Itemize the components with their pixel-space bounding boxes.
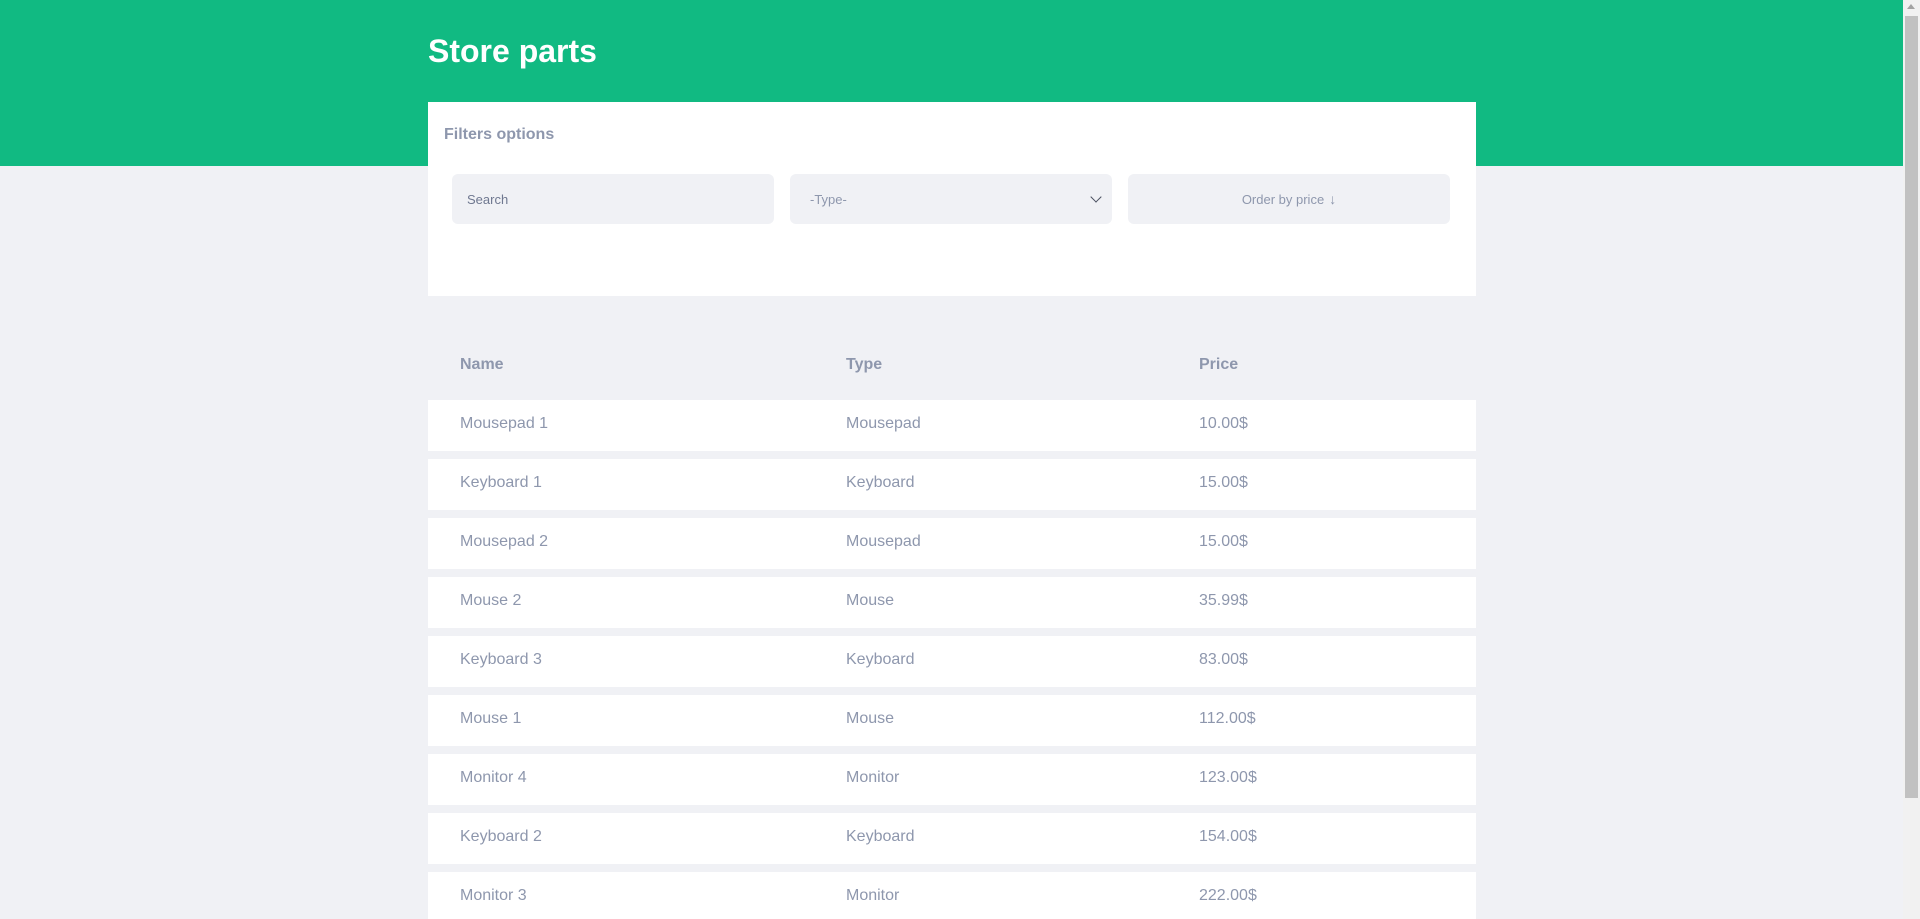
table-row[interactable]: Mousepad 1 Mousepad 10.00$ xyxy=(428,400,1476,451)
table-row[interactable]: Mouse 1 Mouse 112.00$ xyxy=(428,695,1476,746)
cell-price: 83.00$ xyxy=(1199,651,1248,668)
page-title: Store parts xyxy=(428,33,597,69)
type-select-value: -Type- xyxy=(810,191,847,207)
filters-panel: Filters options -Type- Order by price ↓ xyxy=(428,102,1476,296)
scrollbar-thumb[interactable] xyxy=(1905,16,1918,798)
cell-price: 222.00$ xyxy=(1199,887,1257,904)
cell-type: Monitor xyxy=(846,887,900,904)
cell-name: Keyboard 2 xyxy=(460,828,542,845)
cell-price: 10.00$ xyxy=(1199,415,1248,432)
arrow-down-icon: ↓ xyxy=(1329,191,1337,207)
order-by-price-button[interactable]: Order by price ↓ xyxy=(1128,174,1450,224)
table-body: Mousepad 1 Mousepad 10.00$ Keyboard 1 Keyboa… xyxy=(428,400,1476,919)
table-header: Name Type Price xyxy=(428,332,1476,400)
order-button-label: Order by price xyxy=(1241,191,1325,207)
scroll-up-icon[interactable] xyxy=(1907,4,1915,9)
filters-title: Filters options xyxy=(444,126,555,143)
cell-price: 15.00$ xyxy=(1199,533,1248,550)
chevron-down-icon xyxy=(1090,191,1102,203)
column-header-name: Name xyxy=(460,356,504,373)
cell-name: Monitor 3 xyxy=(460,887,527,904)
table-row[interactable]: Mouse 2 Mouse 35.99$ xyxy=(428,577,1476,628)
cell-type: Keyboard xyxy=(846,828,915,845)
search-input[interactable] xyxy=(452,174,774,224)
cell-price: 154.00$ xyxy=(1199,828,1257,845)
cell-price: 112.00$ xyxy=(1199,710,1256,727)
table-row[interactable]: Keyboard 3 Keyboard 83.00$ xyxy=(428,636,1476,687)
cell-type: Keyboard xyxy=(846,474,915,491)
cell-name: Mousepad 2 xyxy=(460,533,549,550)
cell-name: Monitor 4 xyxy=(460,769,527,786)
cell-price: 15.00$ xyxy=(1199,474,1248,491)
cell-price: 123.00$ xyxy=(1199,769,1257,786)
table-row[interactable]: Keyboard 1 Keyboard 15.00$ xyxy=(428,459,1476,510)
cell-type: Mouse xyxy=(846,710,895,727)
column-header-type: Type xyxy=(846,356,883,373)
cell-name: Mouse 2 xyxy=(460,592,522,609)
vertical-scrollbar[interactable] xyxy=(1903,0,1920,919)
type-select[interactable]: -Type- xyxy=(790,174,1112,224)
cell-type: Mouse xyxy=(846,592,895,609)
cell-type: Mousepad xyxy=(846,415,921,432)
cell-name: Mouse 1 xyxy=(460,710,522,727)
cell-name: Keyboard 1 xyxy=(460,474,542,491)
table-row[interactable]: Monitor 3 Monitor 222.00$ xyxy=(428,872,1476,919)
cell-type: Keyboard xyxy=(846,651,915,668)
cell-type: Mousepad xyxy=(846,533,921,550)
table-row[interactable]: Keyboard 2 Keyboard 154.00$ xyxy=(428,813,1476,864)
cell-type: Monitor xyxy=(846,769,900,786)
cell-name: Keyboard 3 xyxy=(460,651,542,668)
page: Store parts Filters options -Type- Order… xyxy=(0,0,1920,919)
cell-price: 35.99$ xyxy=(1199,592,1248,609)
table-row[interactable]: Monitor 4 Monitor 123.00$ xyxy=(428,754,1476,805)
parts-table: Name Type Price Mousepad 1 Mousepad 10.00$… xyxy=(428,332,1476,919)
table-row[interactable]: Mousepad 2 Mousepad 15.00$ xyxy=(428,518,1476,569)
column-header-price: Price xyxy=(1199,356,1239,373)
cell-name: Mousepad 1 xyxy=(460,415,549,432)
